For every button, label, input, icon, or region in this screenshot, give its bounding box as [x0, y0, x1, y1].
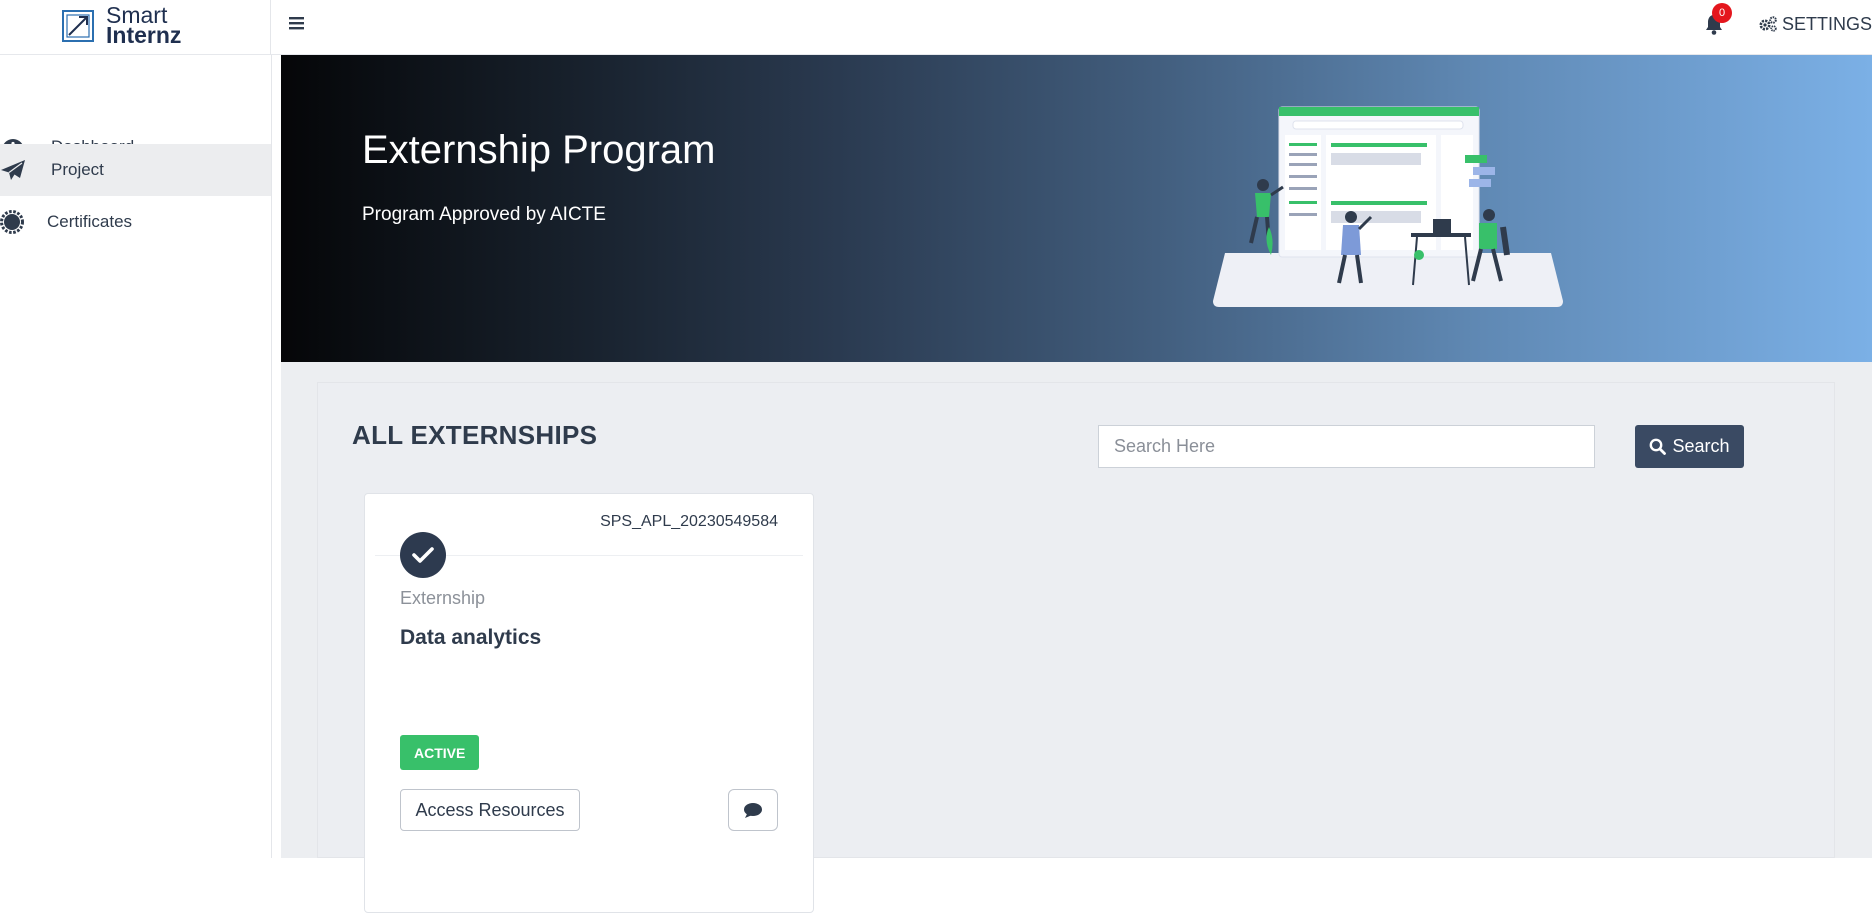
logo-mark-icon: [62, 10, 94, 42]
top-header: Smart Internz 0 SETTINGS: [0, 0, 1872, 55]
hero-banner: Externship Program Program Approved by A…: [281, 55, 1872, 362]
settings-button[interactable]: SETTINGS: [1758, 12, 1872, 36]
settings-label: SETTINGS: [1782, 13, 1872, 34]
hero-title: Externship Program: [362, 128, 716, 172]
notification-count-badge: 0: [1712, 3, 1732, 23]
status-badge: ACTIVE: [400, 735, 480, 770]
card-code: SPS_APL_20230549584: [600, 513, 778, 530]
hero-illustration: [1213, 106, 1563, 307]
gears-icon: [1759, 16, 1777, 32]
search-button-label: Search: [1672, 436, 1730, 456]
hero-subtitle: Program Approved by AICTE: [362, 204, 606, 225]
logo-text: Smart Internz: [106, 4, 182, 48]
sidebar: Dashboard Project Certificates: [0, 55, 272, 858]
certificate-icon: [0, 210, 24, 234]
logo-line-2: Internz: [106, 22, 182, 48]
card-type: Externship: [400, 588, 486, 608]
sidebar-item-certificates[interactable]: Certificates: [0, 196, 271, 248]
logo[interactable]: Smart Internz: [0, 0, 271, 55]
paper-plane-icon: [1, 160, 25, 180]
search-button[interactable]: Search: [1635, 425, 1744, 468]
sidebar-item-label: Certificates: [47, 212, 133, 231]
access-resources-button[interactable]: Access Resources: [400, 789, 580, 831]
externship-card: SPS_APL_20230549584 Externship Data anal…: [364, 493, 814, 913]
check-icon: [400, 532, 446, 578]
card-title: Data analytics: [400, 626, 542, 649]
section-title: ALL EXTERNSHIPS: [352, 420, 598, 450]
chat-button[interactable]: [728, 789, 778, 831]
comment-icon: [744, 802, 762, 818]
sidebar-item-project[interactable]: Project: [0, 144, 271, 196]
menu-icon[interactable]: [287, 12, 307, 34]
search-icon: [1650, 438, 1667, 455]
search-input[interactable]: [1098, 425, 1595, 468]
sidebar-item-label: Project: [51, 160, 104, 179]
